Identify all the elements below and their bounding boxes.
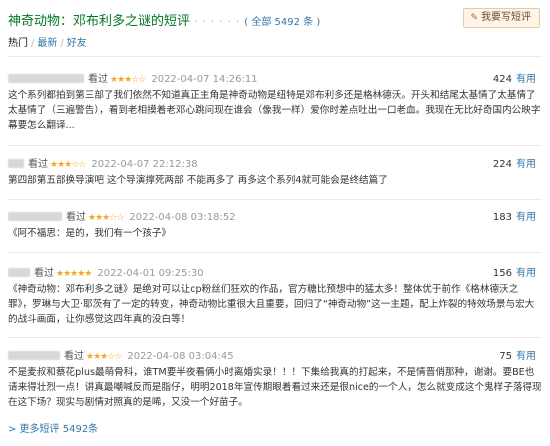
- watch-status: 看过: [64, 351, 84, 362]
- comment-item: 看过 ★★★☆☆ 2022-04-07 22:12:38 224 有用 第四部第五部换…: [8, 155, 542, 188]
- useful-button[interactable]: 有用: [516, 351, 536, 362]
- avatar[interactable]: [8, 268, 30, 277]
- vote-count: 424: [492, 74, 512, 85]
- comment-time: 2022-04-08 03:18:52: [129, 212, 236, 223]
- tab-latest[interactable]: 最新: [37, 38, 57, 49]
- divider: [8, 56, 542, 57]
- divider: [8, 337, 542, 338]
- tab-separator: /: [60, 38, 64, 49]
- comment-meta: 看过 ★★★☆☆ 2022-04-07 22:12:38 224 有用: [8, 155, 542, 170]
- rating-stars: ★★★☆☆: [110, 75, 146, 85]
- tab-hot[interactable]: 热门: [8, 38, 28, 49]
- write-comment-label: 我要写短评: [481, 12, 531, 23]
- tab-separator: /: [31, 38, 35, 49]
- useful-button[interactable]: 有用: [516, 212, 536, 223]
- comment-content: 不是麦叔和蔡花plus最萌骨科，谁TM要半夜看俩小时离婚实录！！！下集给我真的打…: [8, 367, 542, 408]
- vote-group: 75 有用: [499, 347, 536, 362]
- rating-stars: ★★★☆☆: [86, 352, 122, 362]
- comment-content: 第四部第五部换导演吧 这个导演撑死两部 不能再多了 再多这个系列4就可能会是终结…: [8, 175, 388, 186]
- comment-meta: 看过 ★★★★★ 2022-04-01 09:25:30 156 有用: [8, 264, 542, 279]
- comment-item: 看过 ★★★☆☆ 2022-04-08 03:18:52 183 有用 《阿不福思：是…: [8, 208, 542, 241]
- watch-status: 看过: [66, 212, 86, 223]
- comment-time: 2022-04-08 03:04:45: [127, 351, 234, 362]
- vote-group: 183 有用: [493, 208, 536, 223]
- pencil-icon: ✎: [470, 13, 478, 23]
- avatar[interactable]: [8, 159, 24, 168]
- comment-item: 看过 ★★★★★ 2022-04-01 09:25:30 156 有用 《神奇动物：邓…: [8, 264, 542, 327]
- write-comment-button[interactable]: ✎ 我要写短评: [463, 8, 540, 28]
- title-dots: · · · · · ·: [194, 17, 241, 28]
- comments-header: 神奇动物：邓布利多之谜的短评 · · · · · · ( 全部 5492 条 )…: [8, 8, 542, 30]
- comment-time: 2022-04-07 22:12:38: [91, 159, 198, 170]
- watch-status: 看过: [34, 268, 54, 279]
- rating-stars: ★★★☆☆: [50, 160, 86, 170]
- watch-status: 看过: [88, 74, 108, 85]
- divider: [8, 252, 542, 253]
- sort-tabs: 热门 / 最新 / 好友: [8, 34, 87, 49]
- divider: [8, 199, 542, 200]
- useful-button[interactable]: 有用: [516, 268, 536, 279]
- vote-count: 224: [492, 159, 512, 170]
- comment-meta: 看过 ★★★☆☆ 2022-04-08 03:18:52 183 有用: [8, 208, 542, 223]
- comment-item: 看过 ★★★☆☆ 2022-04-07 14:26:11 424 有用 这个系列都拍到…: [8, 70, 542, 133]
- divider: [8, 145, 542, 146]
- vote-count: 183: [492, 212, 512, 223]
- vote-count: 156: [492, 268, 512, 279]
- vote-group: 156 有用: [493, 264, 536, 279]
- comment-meta: 看过 ★★★☆☆ 2022-04-07 14:26:11 424 有用: [8, 70, 542, 85]
- watch-status: 看过: [28, 159, 48, 170]
- avatar[interactable]: [8, 351, 60, 360]
- more-comments-link[interactable]: > 更多短评 5492条: [8, 420, 98, 435]
- rating-stars: ★★★☆☆: [88, 213, 124, 223]
- rating-stars: ★★★★★: [56, 269, 92, 279]
- comment-item: 看过 ★★★☆☆ 2022-04-08 03:04:45 75 有用 不是麦叔和蔡花p…: [8, 347, 542, 410]
- vote-group: 224 有用: [493, 155, 536, 170]
- useful-button[interactable]: 有用: [516, 159, 536, 170]
- total-count-link[interactable]: ( 全部 5492 条 ): [244, 17, 320, 28]
- comment-content: 《阿不福思：是的，我们有一个孩子》: [8, 228, 172, 239]
- useful-button[interactable]: 有用: [516, 74, 536, 85]
- comment-meta: 看过 ★★★☆☆ 2022-04-08 03:04:45 75 有用: [8, 347, 542, 362]
- avatar[interactable]: [8, 212, 62, 221]
- comment-content: 这个系列都拍到第三部了我们依然不知道真正主角是神奇动物是纽特是邓布利多还是格林德…: [8, 90, 541, 131]
- tab-friends[interactable]: 好友: [67, 38, 87, 49]
- title-text[interactable]: 神奇动物：邓布利多之谜的短评: [8, 14, 190, 29]
- section-title: 神奇动物：邓布利多之谜的短评 · · · · · · ( 全部 5492 条 ): [8, 10, 320, 29]
- comment-time: 2022-04-07 14:26:11: [151, 74, 258, 85]
- vote-count: 75: [499, 351, 512, 362]
- comment-content: 《神奇动物：邓布利多之谜》是绝对可以让cp粉丝们狂欢的作品，官方糖比预想中的猛太…: [8, 284, 535, 325]
- vote-group: 424 有用: [493, 70, 536, 85]
- comment-time: 2022-04-01 09:25:30: [97, 268, 204, 279]
- avatar[interactable]: [8, 74, 84, 83]
